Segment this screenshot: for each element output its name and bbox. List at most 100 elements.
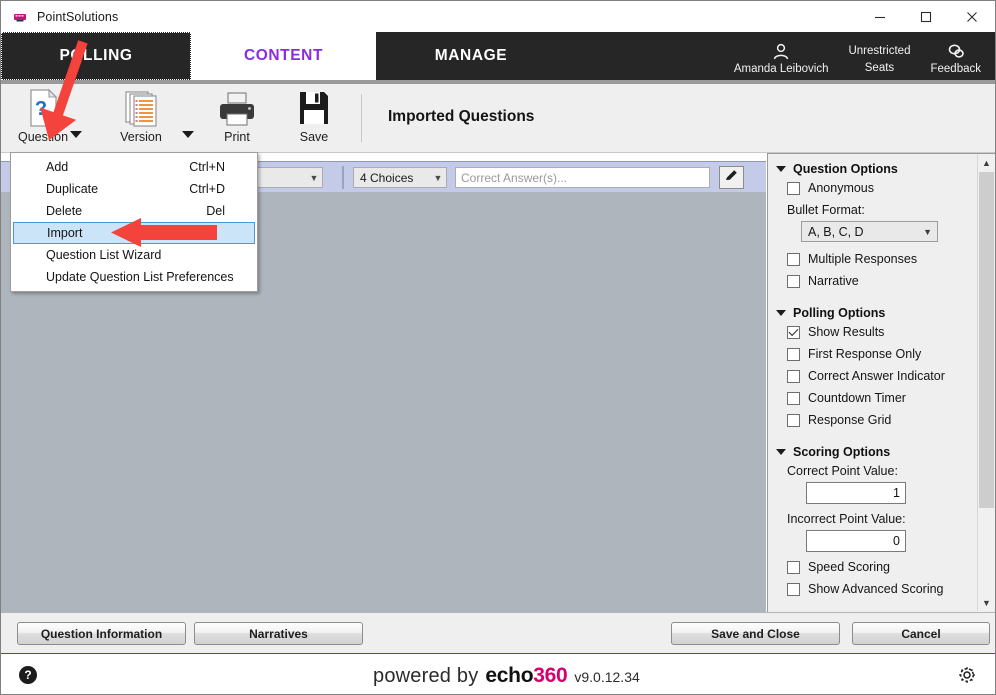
seats-line2: Seats [864, 61, 895, 74]
chevron-down-icon: ▼ [309, 172, 319, 183]
tab-manage[interactable]: MANAGE [376, 32, 566, 80]
checkbox-box [787, 274, 800, 288]
checkbox-response-grid[interactable]: Response Grid [787, 413, 982, 427]
checkbox-anonymous[interactable]: Anonymous [787, 181, 982, 195]
checkbox-label: Show Results [808, 325, 885, 339]
menu-item-question-list-wizard[interactable]: Question List Wizard [11, 244, 257, 266]
toolbar-question-label: Question [17, 130, 69, 144]
menu-item-add[interactable]: Add Ctrl+N [11, 156, 257, 178]
tab-polling[interactable]: POLLING [1, 32, 191, 80]
toolbar-save-label: Save [299, 130, 329, 144]
menu-item-label: Duplicate [46, 182, 99, 196]
narratives-label: Narratives [249, 626, 308, 641]
checkbox-label: Anonymous [808, 181, 875, 195]
checkbox-label: Multiple Responses [808, 252, 918, 266]
checkbox-box [787, 347, 800, 361]
group-title: Scoring Options [793, 445, 891, 459]
checkbox-label: Countdown Timer [808, 391, 906, 405]
menu-item-shortcut: Del [206, 204, 225, 218]
version-text: v9.0.12.34 [574, 669, 640, 685]
cancel-button[interactable]: Cancel [852, 622, 990, 645]
scroll-down-icon[interactable]: ▼ [978, 594, 995, 611]
scroll-up-icon[interactable]: ▲ [978, 154, 995, 171]
checkbox-box [787, 413, 800, 427]
pencil-icon [724, 168, 739, 188]
checkbox-show-advanced-scoring[interactable]: Show Advanced Scoring [787, 582, 982, 596]
collapse-triangle-icon [776, 310, 786, 316]
menu-item-delete[interactable]: Delete Del [11, 200, 257, 222]
toolbar-version-label: Version [120, 130, 162, 144]
menu-item-label: Question List Wizard [46, 248, 162, 262]
checkbox-countdown-timer[interactable]: Countdown Timer [787, 391, 982, 405]
correct-point-value-input[interactable]: 1 [806, 482, 906, 504]
gear-icon[interactable] [957, 665, 977, 685]
checkbox-show-results[interactable]: Show Results [787, 325, 982, 339]
menu-item-import[interactable]: Import [13, 222, 255, 244]
group-header-scoring-options[interactable]: Scoring Options [776, 445, 982, 459]
menu-item-shortcut: Ctrl+D [189, 182, 225, 196]
feedback-button[interactable]: Feedback [920, 32, 991, 80]
cancel-label: Cancel [901, 626, 941, 641]
close-icon[interactable] [949, 1, 995, 32]
question-information-button[interactable]: Question Information [17, 622, 186, 645]
collapse-triangle-icon [776, 166, 786, 172]
question-dropdown-menu: Add Ctrl+N Duplicate Ctrl+D Delete Del I… [10, 152, 258, 292]
page-title: Imported Questions [388, 108, 535, 125]
menu-item-duplicate[interactable]: Duplicate Ctrl+D [11, 178, 257, 200]
checkbox-box [787, 181, 800, 195]
menu-item-update-question-list-preferences[interactable]: Update Question List Preferences [11, 266, 257, 288]
feedback-label: Feedback [930, 63, 981, 75]
save-and-close-label: Save and Close [711, 626, 800, 641]
save-and-close-button[interactable]: Save and Close [671, 622, 840, 645]
question-dropdown-caret[interactable] [70, 131, 82, 138]
bullet-format-label: Bullet Format: [787, 203, 865, 217]
checkbox-first-response-only[interactable]: First Response Only [787, 347, 982, 361]
group-header-question-options[interactable]: Question Options [776, 162, 982, 176]
menu-item-label: Add [46, 160, 69, 174]
options-panel-scrollbar[interactable]: ▲ ▼ [977, 154, 995, 611]
toolbar-save-button[interactable]: Save [284, 84, 344, 152]
tab-content[interactable]: CONTENT [191, 32, 376, 80]
options-panel-content: Question Options Anonymous Bullet Format… [768, 154, 982, 596]
account-button[interactable]: Amanda Leibovich [724, 32, 839, 80]
seats-indicator[interactable]: Unrestricted Seats [838, 32, 920, 80]
tab-content-label: CONTENT [243, 47, 324, 64]
edit-answer-button[interactable] [719, 166, 744, 189]
bullet-format-select[interactable]: A, B, C, D ▼ [801, 221, 938, 242]
menu-item-label: Delete [46, 204, 83, 218]
version-dropdown-caret[interactable] [182, 131, 194, 138]
app-logo-icon [12, 9, 28, 25]
toolbar-question-button[interactable]: ? Question [13, 84, 73, 152]
checkbox-label: First Response Only [808, 347, 922, 361]
scrollbar-thumb[interactable] [979, 172, 994, 508]
floppy-disk-icon [297, 84, 331, 128]
checkbox-multiple-responses[interactable]: Multiple Responses [787, 252, 982, 266]
checkbox-box [787, 325, 800, 339]
checkbox-speed-scoring[interactable]: Speed Scoring [787, 560, 982, 574]
printer-icon [217, 84, 257, 128]
correct-point-value: 1 [893, 486, 900, 500]
choices-count-select[interactable]: 4 Choices ▼ [353, 167, 447, 188]
correct-answer-input[interactable]: Correct Answer(s)... [455, 167, 710, 188]
checkbox-narrative[interactable]: Narrative [787, 274, 982, 288]
window-controls [857, 1, 995, 32]
checkbox-box [787, 560, 800, 574]
brand-echo-text: echo [485, 664, 534, 687]
toolbar-print-button[interactable]: Print [207, 84, 267, 152]
help-question-icon[interactable]: ? [19, 666, 37, 684]
menu-item-shortcut: Ctrl+N [189, 160, 225, 174]
maximize-icon[interactable] [903, 1, 949, 32]
narratives-button[interactable]: Narratives [194, 622, 363, 645]
toolbar-version-button[interactable]: Version [111, 84, 171, 152]
toolbar-print-label: Print [224, 130, 250, 144]
account-name: Amanda Leibovich [733, 63, 829, 75]
checkbox-correct-answer-indicator[interactable]: Correct Answer Indicator [787, 369, 982, 383]
pointsolutions-window: PointSolutions POLLING CONTENT MANAGE Am… [0, 0, 996, 695]
incorrect-point-value-input[interactable]: 0 [806, 530, 906, 552]
title-bar: PointSolutions [1, 1, 995, 32]
user-icon [771, 41, 791, 63]
minimize-icon[interactable] [857, 1, 903, 32]
action-bar: Question Information Narratives Save and… [1, 612, 995, 655]
group-header-polling-options[interactable]: Polling Options [776, 306, 982, 320]
